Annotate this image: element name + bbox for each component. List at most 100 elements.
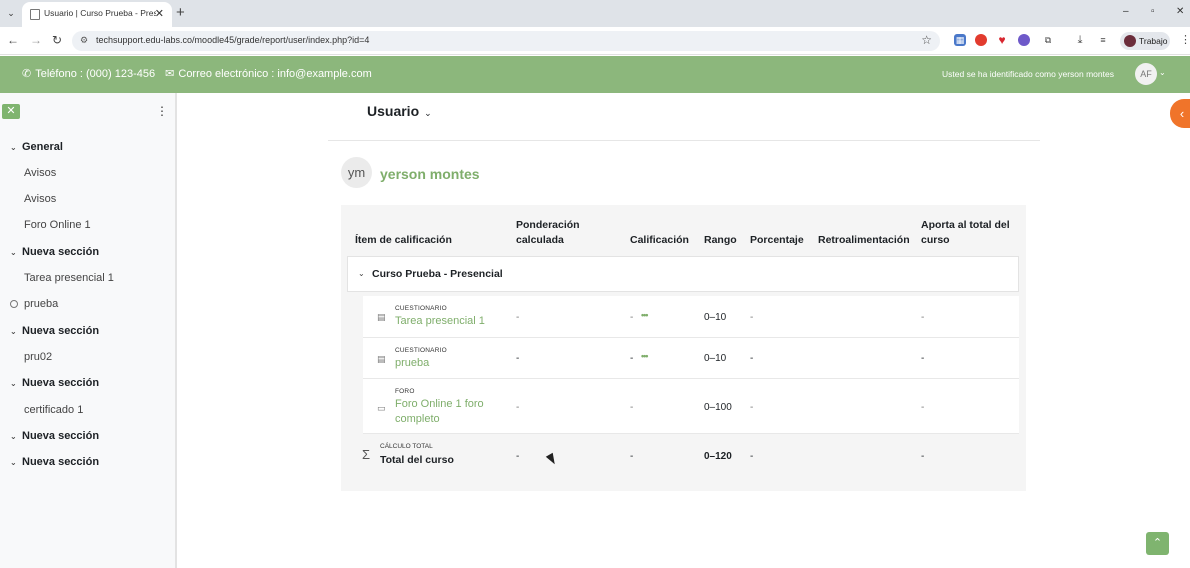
course-index-label: Avisos (24, 193, 57, 205)
quiz-icon: ▤ (377, 312, 386, 322)
weight-value: - (516, 353, 520, 364)
browser-tab[interactable]: Usuario | Curso Prueba - Presencial ✕ (22, 2, 172, 27)
course-index-label: General (22, 141, 63, 153)
user-menu-chevron-icon[interactable]: ⌄ (1159, 68, 1166, 77)
course-index-section[interactable]: ⌄ General (10, 141, 63, 153)
browser-tab-bar: ⌄ Usuario | Curso Prueba - Presencial ✕ … (0, 0, 1190, 27)
page-favicon-icon (30, 9, 40, 20)
range-value: 0–10 (704, 353, 727, 364)
column-header-weight: Ponderación calculada (516, 219, 580, 246)
course-index-section[interactable]: ⌄ Nueva sección (10, 246, 99, 258)
course-index-label: Nueva sección (22, 456, 100, 468)
grade-actions-icon[interactable]: ••• (641, 351, 649, 361)
course-index-section[interactable]: ⌄ Nueva sección (10, 430, 99, 442)
email-text[interactable]: Correo electrónico : info@example.com (178, 68, 371, 80)
collapse-chevron-icon[interactable]: ⌄ (358, 269, 365, 278)
course-index-label: Nueva sección (22, 325, 100, 337)
close-window-button[interactable]: ✕ (1176, 6, 1184, 17)
column-header-item: Ítem de calificación (355, 234, 452, 246)
close-drawer-icon[interactable]: ✕ (2, 104, 20, 119)
user-menu-avatar[interactable]: AF (1135, 63, 1157, 85)
email-icon: ✉ (165, 68, 175, 80)
completion-circle-icon (10, 300, 18, 308)
user-avatar: ym (341, 157, 372, 188)
course-index-activity[interactable]: Avisos (24, 167, 56, 179)
percentage-value: - (750, 402, 754, 413)
sigma-icon: Σ (362, 447, 371, 462)
column-header-percentage: Porcentaje (750, 234, 804, 246)
minimize-button[interactable]: – (1123, 6, 1129, 17)
item-type: CÁLCULO TOTAL (380, 443, 433, 450)
extension-opera-icon[interactable] (975, 34, 987, 46)
profile-avatar-icon (1124, 35, 1136, 47)
grade-item-link[interactable]: Tarea presencial 1 (395, 314, 525, 329)
tab-title: Usuario | Curso Prueba - Presencial (44, 8, 156, 18)
column-header-grade: Calificación (630, 234, 689, 246)
grade-item-link[interactable]: prueba (395, 356, 495, 371)
grade-item-link[interactable]: Foro Online 1 foro completo (395, 397, 495, 427)
downloads-icon[interactable]: ⤓ (1074, 34, 1086, 46)
phone-text: Teléfono : (000) 123-456 (35, 68, 156, 80)
range-value: 0–120 (704, 451, 732, 462)
drawer-more-icon[interactable]: ⋮ (156, 104, 168, 118)
chevron-down-icon[interactable]: ⌄ (10, 327, 22, 336)
new-tab-button[interactable]: + (176, 4, 185, 21)
quiz-icon: ▤ (377, 354, 386, 364)
course-index-activity[interactable]: Tarea presencial 1 (24, 272, 114, 284)
chevron-down-icon[interactable]: ⌄ (10, 143, 22, 152)
chevron-down-icon[interactable]: ⌄ (424, 108, 432, 118)
bookmark-star-icon[interactable]: ☆ (921, 33, 932, 47)
address-bar[interactable]: ⚙ techsupport.edu-labs.co/moodle45/grade… (72, 31, 940, 51)
course-index-activity[interactable]: prueba (10, 298, 58, 310)
page-title[interactable]: Usuario ⌄ (367, 103, 432, 119)
item-type: FORO (395, 388, 415, 395)
extension-translate-icon[interactable]: ▦ (954, 34, 966, 46)
url-text[interactable]: techsupport.edu-labs.co/moodle45/grade/r… (96, 35, 369, 45)
extensions-puzzle-icon[interactable]: ⧉ (1042, 34, 1054, 46)
item-type: CUESTIONARIO (395, 305, 447, 312)
extension-circle-icon[interactable] (1018, 34, 1030, 46)
course-index-label: pru02 (24, 351, 53, 363)
chevron-down-icon[interactable]: ⌄ (10, 379, 22, 388)
course-index-label: Nueva sección (22, 430, 100, 442)
open-block-drawer-button[interactable]: ‹ (1170, 99, 1190, 128)
grade-value: - (630, 312, 634, 323)
tab-close-icon[interactable]: ✕ (155, 7, 164, 20)
profile-chip[interactable]: Trabajo (1120, 32, 1170, 50)
contribution-value: - (921, 402, 925, 413)
course-index-label: prueba (24, 298, 59, 310)
media-control-icon[interactable]: ≡ (1097, 34, 1109, 46)
course-index-activity[interactable]: certificado 1 (24, 404, 83, 416)
course-index-section[interactable]: ⌄ Nueva sección (10, 377, 99, 389)
contact-info: ✆ Teléfono : (000) 123-456 ✉ Correo electr… (22, 67, 372, 80)
range-value: 0–10 (704, 312, 727, 323)
reload-icon[interactable]: ↻ (52, 33, 62, 47)
column-header-range: Rango (704, 234, 737, 246)
range-value: 0–100 (704, 402, 732, 413)
chevron-down-icon[interactable]: ⌄ (10, 432, 22, 441)
phone-icon: ✆ (22, 68, 32, 80)
grade-value: - (630, 451, 634, 462)
back-to-top-button[interactable]: ⌃ (1146, 532, 1169, 555)
report-selector-label[interactable]: Usuario (367, 103, 419, 119)
course-index-section[interactable]: ⌄ Nueva sección (10, 325, 99, 337)
grade-actions-icon[interactable]: ••• (641, 310, 649, 320)
course-index-activity[interactable]: Foro Online 1 (24, 219, 91, 231)
column-header-feedback: Retroalimentación (818, 234, 910, 246)
percentage-value: - (750, 312, 754, 323)
course-index-activity[interactable]: Avisos (24, 193, 56, 205)
chevron-down-icon[interactable]: ⌄ (10, 248, 22, 257)
user-name-link[interactable]: yerson montes (380, 166, 480, 182)
forward-icon[interactable]: → (30, 33, 42, 47)
course-index-section[interactable]: ⌄ Nueva sección (10, 456, 99, 468)
chevron-down-icon[interactable]: ⌄ (10, 458, 22, 467)
course-index-activity[interactable]: pru02 (24, 351, 52, 363)
back-icon[interactable]: ← (7, 33, 19, 47)
site-info-icon[interactable]: ⚙ (80, 35, 88, 46)
extension-heart-icon[interactable]: ♥ (996, 34, 1008, 46)
maximize-button[interactable]: ▫ (1151, 6, 1155, 17)
tab-search-icon[interactable]: ⌄ (4, 6, 18, 20)
browser-menu-icon[interactable]: ⋮ (1180, 33, 1190, 46)
course-index-label: Foro Online 1 (24, 219, 91, 231)
grade-category-row[interactable]: ⌄ Curso Prueba - Presencial (347, 256, 1019, 292)
